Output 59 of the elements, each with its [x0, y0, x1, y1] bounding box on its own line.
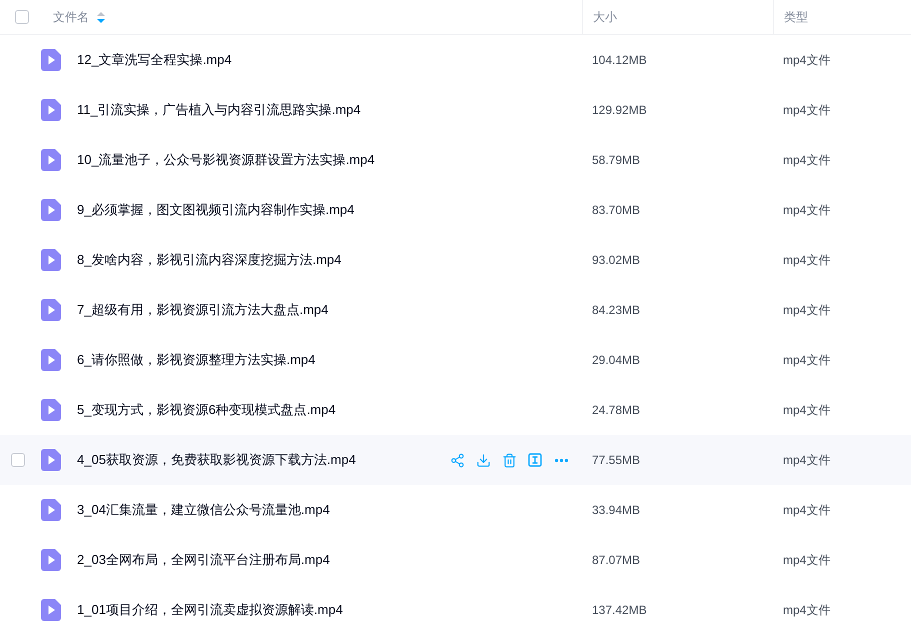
- file-type: mp4文件: [783, 103, 830, 117]
- video-file-icon: [41, 549, 61, 571]
- file-name[interactable]: 10_流量池子，公众号影视资源群设置方法实操.mp4: [77, 150, 570, 170]
- video-file-icon: [41, 49, 61, 71]
- file-size: 33.94MB: [592, 503, 640, 517]
- file-type: mp4文件: [783, 203, 830, 217]
- file-type: mp4文件: [783, 603, 830, 617]
- file-type: mp4文件: [783, 453, 830, 467]
- share-icon[interactable]: [450, 452, 465, 468]
- file-name[interactable]: 8_发啥内容，影视引流内容深度挖掘方法.mp4: [77, 250, 570, 270]
- video-file-icon: [41, 499, 61, 521]
- file-type: mp4文件: [783, 53, 830, 67]
- file-size: 83.70MB: [592, 203, 640, 217]
- file-name[interactable]: 7_超级有用，影视资源引流方法大盘点.mp4: [77, 300, 570, 320]
- column-header[interactable]: 文件名: [53, 8, 89, 26]
- file-name[interactable]: 3_04汇集流量，建立微信公众号流量池.mp4: [77, 500, 570, 520]
- file-name[interactable]: 1_01项目介绍，全网引流卖虚拟资源解读.mp4: [77, 600, 570, 620]
- file-size: 77.55MB: [592, 453, 640, 467]
- video-file-icon: [41, 199, 61, 221]
- file-size: 129.92MB: [592, 103, 647, 117]
- file-name[interactable]: 5_变现方式，影视资源6种变现模式盘点.mp4: [77, 400, 570, 420]
- trash-icon[interactable]: [502, 452, 517, 468]
- file-type: mp4文件: [783, 303, 830, 317]
- video-file-icon: [41, 599, 61, 621]
- file-type: mp4文件: [783, 403, 830, 417]
- file-size: 58.79MB: [592, 153, 640, 167]
- video-file-icon: [41, 399, 61, 421]
- file-name[interactable]: 4_05获取资源，免费获取影视资源下载方法.mp4: [77, 450, 450, 470]
- file-size: 29.04MB: [592, 353, 640, 367]
- file-size: 87.07MB: [592, 553, 640, 567]
- file-name[interactable]: 6_请你照做，影视资源整理方法实操.mp4: [77, 350, 570, 370]
- text-box-icon[interactable]: [528, 453, 542, 467]
- checkbox[interactable]: [11, 453, 25, 467]
- column-header[interactable]: 大小: [593, 8, 617, 26]
- file-size: 93.02MB: [592, 253, 640, 267]
- sort-icon[interactable]: [97, 12, 105, 22]
- video-file-icon: [41, 299, 61, 321]
- video-file-icon: [41, 249, 61, 271]
- video-file-icon: [41, 449, 61, 471]
- file-size: 137.42MB: [592, 603, 647, 617]
- file-row[interactable]: 4_05获取资源，免费获取影视资源下载方法.mp4 77.55MB mp4文件: [0, 435, 911, 485]
- file-type: mp4文件: [783, 353, 830, 367]
- column-header[interactable]: 类型: [784, 8, 808, 26]
- checkbox[interactable]: [14, 10, 28, 24]
- file-size: 84.23MB: [592, 303, 640, 317]
- video-file-icon: [41, 349, 61, 371]
- file-name[interactable]: 9_必须掌握，图文图视频引流内容制作实操.mp4: [77, 200, 570, 220]
- file-name[interactable]: 12_文章洗写全程实操.mp4: [77, 50, 570, 70]
- file-type: mp4文件: [783, 553, 830, 567]
- file-type: mp4文件: [783, 503, 830, 517]
- file-name[interactable]: 2_03全网布局，全网引流平台注册布局.mp4: [77, 550, 570, 570]
- file-name[interactable]: 11_引流实操，广告植入与内容引流思路实操.mp4: [77, 100, 570, 120]
- video-file-icon: [41, 149, 61, 171]
- file-type: mp4文件: [783, 153, 830, 167]
- video-file-icon: [41, 99, 61, 121]
- download-icon[interactable]: [476, 452, 491, 468]
- file-size: 24.78MB: [592, 403, 640, 417]
- file-size: 104.12MB: [592, 53, 647, 67]
- file-type: mp4文件: [783, 253, 830, 267]
